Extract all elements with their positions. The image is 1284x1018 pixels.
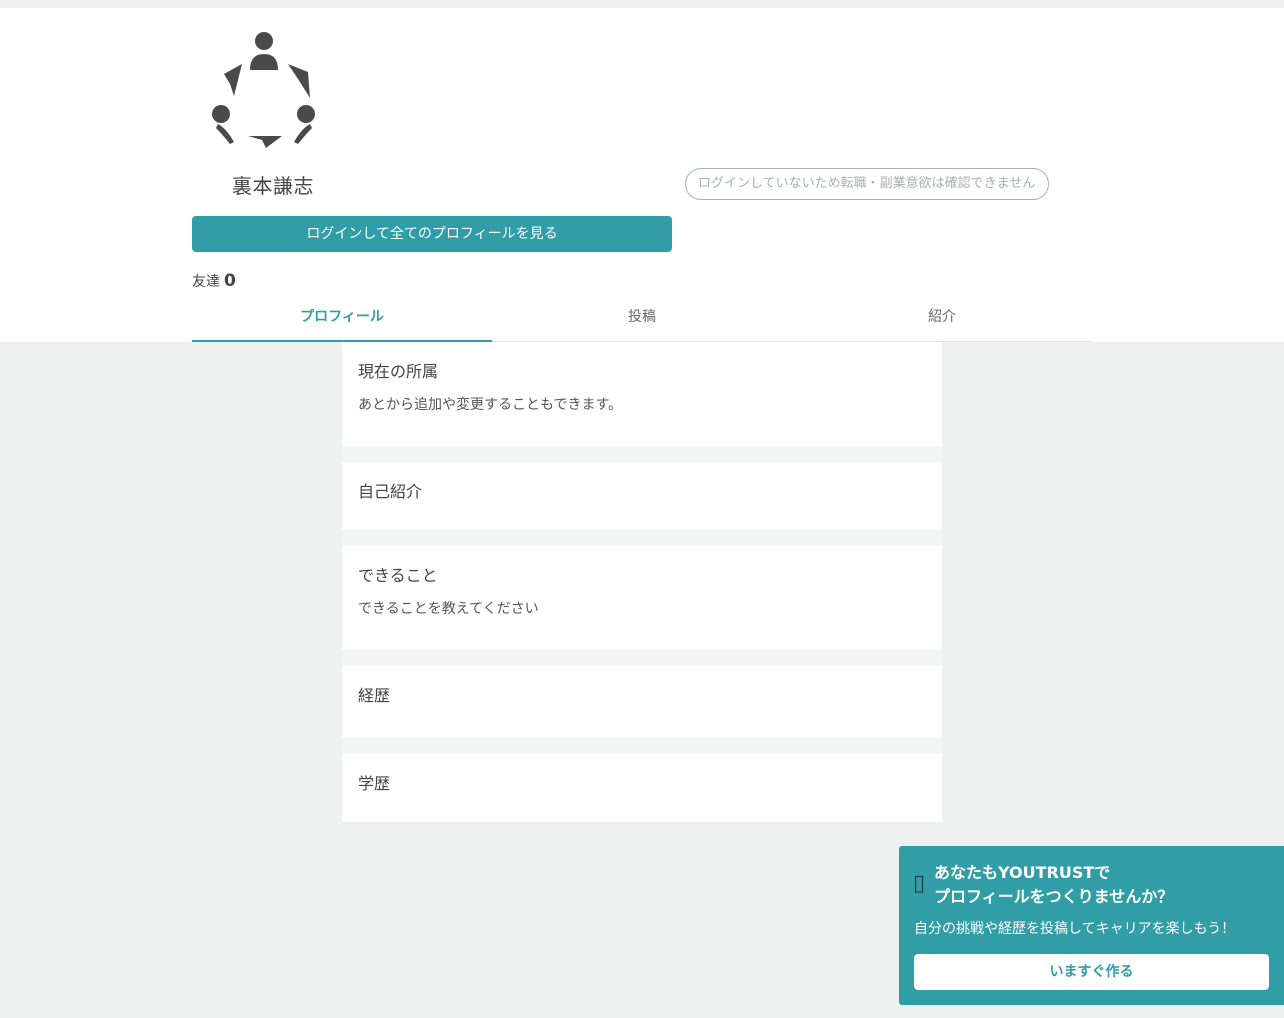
create-now-button[interactable]: いますぐ作る [914,954,1269,990]
user-name: 裏本謙志 [232,174,314,198]
friends-counter[interactable]: 友達 0 [192,271,236,291]
promo-icon: ▯ [913,871,926,896]
section-title: 自己紹介 [358,482,423,501]
friends-count: 0 [224,271,236,291]
section-gap [342,650,942,666]
section-title: 学歴 [358,774,391,793]
section-self-introduction: 自己紹介 [342,462,942,530]
section-gap [342,530,942,546]
tab-posts[interactable]: 投稿 [492,298,792,341]
section-education: 学歴 [342,754,942,822]
section-description: できることを教えてください [358,601,539,617]
login-view-profile-button[interactable]: ログインして全てのプロフィールを見る [192,216,672,252]
section-career: 経歴 [342,666,942,738]
promo-heading: あなたもYOUTRUSTで プロフィールをつくりませんか？ [934,861,1173,909]
section-current-affiliation: 現在の所属 あとから追加や変更することもできます。 [342,342,942,446]
section-gap [342,446,942,462]
section-gap [342,738,942,754]
tab-profile[interactable]: プロフィール [192,298,492,342]
profile-tabs: プロフィール 投稿 紹介 [192,298,1092,342]
section-title: 経歴 [358,686,391,705]
section-title: 現在の所属 [358,362,439,381]
promo-subtext: 自分の挑戦や経歴を投稿してキャリアを楽しもう！ [914,921,1236,937]
promo-heading-line-1: あなたもYOUTRUSTで [934,863,1111,882]
friends-label: 友達 [192,274,220,290]
section-title: できること [358,566,438,585]
default-avatar-icon [212,32,315,148]
job-intent-status: ログインしていないため転職・副業意欲は確認できません [685,168,1049,200]
section-skills: できること できることを教えてください [342,546,942,650]
top-strip [0,0,1284,8]
profile-header: 裏本謙志 ログインしていないため転職・副業意欲は確認できません ログインして全て… [0,8,1284,342]
section-description: あとから追加や変更することもできます。 [358,397,623,413]
signup-promo-banner: ▯ あなたもYOUTRUSTで プロフィールをつくりませんか？ 自分の挑戦や経歴… [899,846,1284,1005]
promo-heading-line-2: プロフィールをつくりませんか？ [934,887,1174,906]
tab-introductions[interactable]: 紹介 [792,298,1092,341]
